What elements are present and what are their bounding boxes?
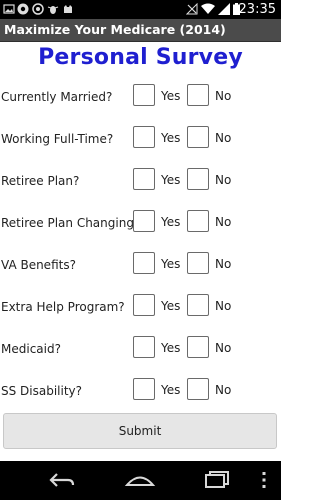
no-label: No [215,215,232,229]
question-row-retiree-plan-changing: Retiree Plan Changing? Yes No [0,210,281,238]
question-row-working: Working Full-Time? Yes No [0,126,281,154]
app-title-bar: Maximize Your Medicare (2014) [0,19,281,42]
question-row-ss-disability: SS Disability? Yes No [0,378,281,406]
working-yes-checkbox[interactable] [133,126,155,148]
status-bar: 23:35 [0,0,281,19]
app-title: Maximize Your Medicare (2014) [4,22,226,37]
retiree-plan-changing-yes-checkbox[interactable] [133,210,155,232]
no-label: No [215,299,232,313]
extra-help-yes-checkbox[interactable] [133,294,155,316]
medicaid-yes-checkbox[interactable] [133,336,155,358]
back-icon[interactable] [48,470,76,490]
no-label: No [215,257,232,271]
yes-label: Yes [161,215,181,229]
extra-help-no-checkbox[interactable] [187,294,209,316]
photo-icon [3,4,15,14]
recent-apps-icon[interactable] [203,470,231,490]
question-label: SS Disability? [1,384,83,398]
page-title: Personal Survey [38,45,243,70]
question-row-va-benefits: VA Benefits? Yes No [0,252,281,280]
submit-button[interactable]: Submit [3,413,277,449]
no-label: No [215,131,232,145]
ss-disability-yes-checkbox[interactable] [133,378,155,400]
status-time: 23:35 [238,2,276,17]
question-row-retiree-plan: Retiree Plan? Yes No [0,168,281,196]
bug-icon [47,6,59,14]
circle-icon [32,3,44,15]
retiree-plan-changing-no-checkbox[interactable] [187,210,209,232]
chrome-icon [17,3,29,15]
yes-label: Yes [161,173,181,187]
cell-signal-icon [218,3,230,15]
question-row-medicaid: Medicaid? Yes No [0,336,281,364]
va-benefits-yes-checkbox[interactable] [133,252,155,274]
question-row-married: Currently Married? Yes No [0,84,281,112]
yes-label: Yes [161,383,181,397]
phone-screen: 23:35 Maximize Your Medicare (2014) Pers… [0,0,281,500]
married-yes-checkbox[interactable] [133,84,155,106]
question-label: Currently Married? [1,90,113,104]
question-label: Retiree Plan Changing? [1,216,141,230]
yes-label: Yes [161,257,181,271]
yes-label: Yes [161,131,181,145]
question-label: VA Benefits? [1,258,76,272]
married-no-checkbox[interactable] [187,84,209,106]
question-label: Extra Help Program? [1,300,125,314]
system-nav-bar [0,461,281,500]
cat-icon [64,5,72,13]
question-label: Retiree Plan? [1,174,80,188]
wifi-icon [201,3,215,14]
overflow-menu-icon[interactable] [261,470,267,490]
home-icon[interactable] [124,470,156,490]
no-label: No [215,341,232,355]
signal-off-icon [186,3,198,15]
retiree-plan-yes-checkbox[interactable] [133,168,155,190]
question-label: Working Full-Time? [1,132,114,146]
working-no-checkbox[interactable] [187,126,209,148]
no-label: No [215,383,232,397]
retiree-plan-no-checkbox[interactable] [187,168,209,190]
no-label: No [215,89,232,103]
question-label: Medicaid? [1,342,61,356]
yes-label: Yes [161,299,181,313]
yes-label: Yes [161,341,181,355]
question-row-extra-help: Extra Help Program? Yes No [0,294,281,322]
medicaid-no-checkbox[interactable] [187,336,209,358]
va-benefits-no-checkbox[interactable] [187,252,209,274]
ss-disability-no-checkbox[interactable] [187,378,209,400]
yes-label: Yes [161,89,181,103]
no-label: No [215,173,232,187]
